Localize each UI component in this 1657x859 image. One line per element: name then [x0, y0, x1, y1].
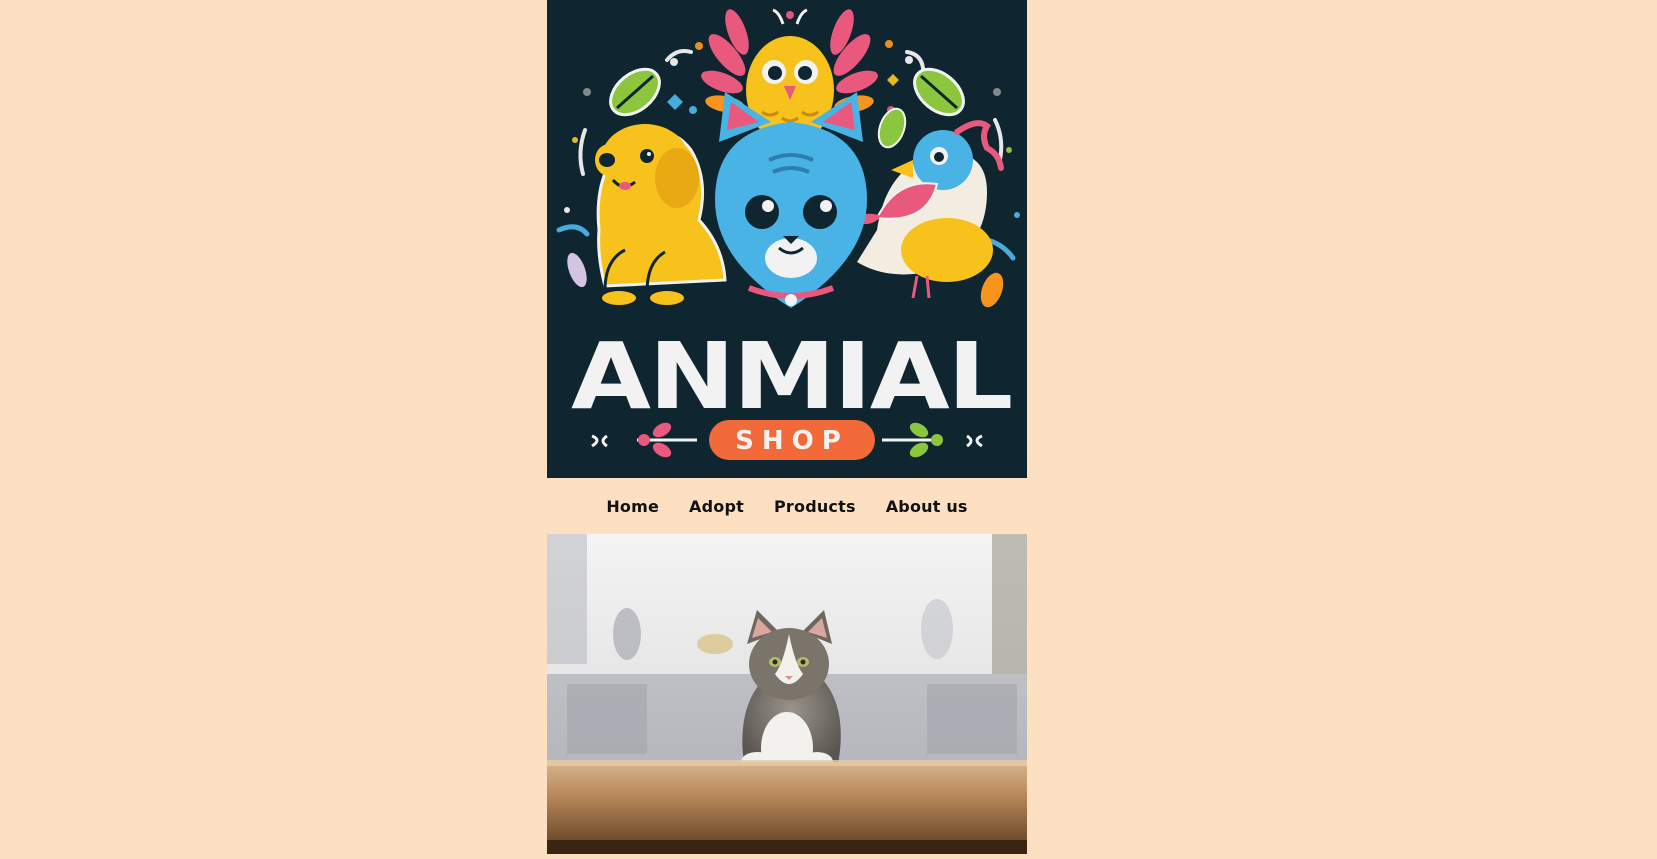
nav-about-link[interactable]: About us [886, 497, 968, 516]
nav-products-link[interactable]: Products [774, 497, 856, 516]
page-column: ANMIAL SHOP Home Adopt Products About us [547, 0, 1027, 854]
nav-adopt-link[interactable]: Adopt [689, 497, 744, 516]
cat-photo-subject [741, 610, 841, 784]
main-nav: Home Adopt Products About us [547, 478, 1027, 534]
nav-home-link[interactable]: Home [606, 497, 659, 516]
logo-title: ANMIAL [571, 323, 1011, 430]
logo-shop-badge: SHOP [735, 426, 849, 456]
hero-cat-photo [547, 534, 1027, 854]
shop-logo: ANMIAL SHOP [547, 0, 1027, 478]
